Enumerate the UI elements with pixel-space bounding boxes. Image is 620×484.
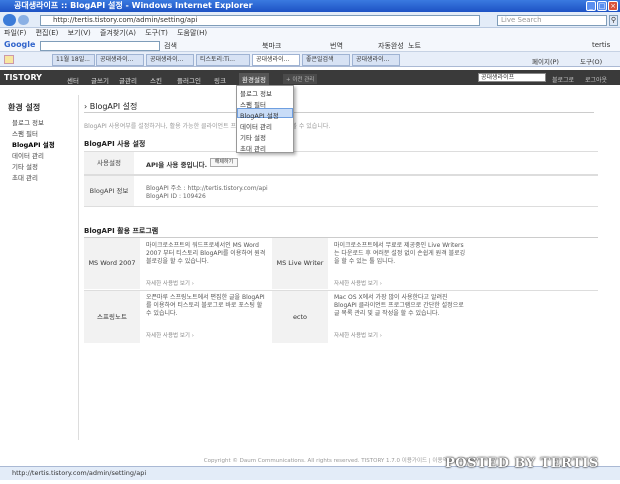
api-id: BlogAPI ID : 109426 bbox=[146, 193, 206, 200]
logout-link[interactable]: 로그아웃 bbox=[585, 75, 607, 84]
sidebar-item-blogapi[interactable]: BlogAPI 설정 bbox=[12, 139, 55, 149]
program-name: 스프링노트 bbox=[84, 291, 140, 343]
forward-icon[interactable] bbox=[18, 15, 29, 25]
google-logo: Google bbox=[4, 40, 36, 49]
dropdown-item-spam[interactable]: 스팸 필터 bbox=[240, 99, 266, 109]
url-input[interactable]: http://tertis.tistory.com/admin/setting/… bbox=[40, 15, 480, 26]
grid-divider bbox=[84, 290, 598, 291]
nav-posts[interactable]: 글관리 bbox=[119, 75, 137, 85]
program-guide-link[interactable]: 자세한 사용법 보기 › bbox=[146, 331, 194, 339]
go-blog-link[interactable]: 블로그로 bbox=[552, 75, 574, 84]
dropdown-item-blog-info[interactable]: 블로그 정보 bbox=[240, 88, 272, 98]
dropdown-item-blogapi[interactable]: BlogAPI 설정 bbox=[240, 110, 279, 120]
translate-button[interactable]: 번역 bbox=[330, 41, 343, 51]
sidebar-divider bbox=[78, 95, 79, 440]
program-guide-link[interactable]: 자세한 사용법 보기 › bbox=[334, 279, 382, 287]
tab-1[interactable]: 공대생라이... bbox=[96, 54, 144, 66]
tistory-logo[interactable]: TISTORY bbox=[4, 73, 42, 82]
sidebar-item-blog-info[interactable]: 블로그 정보 bbox=[12, 117, 44, 127]
program-name: ecto bbox=[272, 291, 328, 343]
menu-view[interactable]: 보기(V) bbox=[68, 29, 91, 37]
tab-date[interactable]: 11월 18일... bbox=[52, 54, 95, 66]
google-search-input[interactable] bbox=[40, 41, 160, 51]
menu-edit[interactable]: 편집(E) bbox=[36, 29, 59, 37]
tab-3[interactable]: 티스토리:Ti... bbox=[196, 54, 250, 66]
menu-favorites[interactable]: 즐겨찾기(A) bbox=[100, 29, 136, 37]
program-guide-link[interactable]: 자세한 사용법 보기 › bbox=[146, 279, 194, 287]
tab-2[interactable]: 공대생라이... bbox=[146, 54, 194, 66]
sidebar-item-spam[interactable]: 스팸 필터 bbox=[12, 128, 38, 138]
program-name: MS Live Writer bbox=[272, 238, 328, 289]
tab-4[interactable]: 공대생라이... bbox=[252, 54, 300, 66]
program-desc: 마이크로소프트에서 무료로 제공중인 Live Writers는 다운로드 후 … bbox=[334, 242, 466, 265]
dropdown-item-data[interactable]: 데이터 관리 bbox=[240, 121, 272, 131]
window-controls: _ □ × bbox=[586, 1, 618, 11]
tab-5[interactable]: 좋은일검색 bbox=[302, 54, 350, 66]
page-title: › BlogAPI 설정 bbox=[84, 102, 138, 111]
window-title: 공대생라이프 :: BlogAPI 설정 - Windows Internet … bbox=[0, 0, 620, 12]
maximize-icon[interactable]: □ bbox=[597, 1, 607, 11]
menu-help[interactable]: 도움말(H) bbox=[177, 29, 207, 37]
sidebar-item-invite[interactable]: 초대 관리 bbox=[12, 172, 38, 182]
sidebar-item-data[interactable]: 데이터 관리 bbox=[12, 150, 44, 160]
program-desc: Mac OS X에서 가장 많이 사용한다고 알려진 BlogAPI 클라이언트… bbox=[334, 294, 464, 317]
watermark: POSTED BY TERTIS bbox=[445, 456, 599, 471]
menu-tools[interactable]: 도구(T) bbox=[145, 29, 168, 37]
nav-settings[interactable]: 환경설정 bbox=[239, 73, 269, 85]
dropdown-item-invite[interactable]: 초대 관리 bbox=[240, 143, 266, 153]
favorites-star-icon[interactable] bbox=[4, 55, 14, 64]
bookmark-button[interactable]: 북마크 bbox=[262, 41, 281, 51]
back-icon[interactable] bbox=[3, 14, 16, 26]
dropdown-item-etc[interactable]: 기타 설정 bbox=[240, 132, 266, 142]
legacy-admin-badge[interactable]: + 이전 관리 bbox=[283, 74, 318, 84]
nav-plugin[interactable]: 플러그인 bbox=[177, 75, 201, 85]
program-desc: 오픈마루 스프링노트에서 편집한 글을 BlogAPI를 이용하여 티스토리 블… bbox=[146, 294, 265, 317]
usage-label: 사용설정 bbox=[84, 152, 134, 174]
nav-skin[interactable]: 스킨 bbox=[150, 75, 162, 85]
minimize-icon[interactable]: _ bbox=[586, 1, 596, 11]
disable-api-button[interactable]: 해제하기 bbox=[210, 158, 238, 167]
program-desc: 마이크로소프트의 워드프로세서인 MS Word 2007 부터 티스토리 Bl… bbox=[146, 242, 266, 265]
tab-6[interactable]: 공대생라이... bbox=[352, 54, 400, 66]
nav-center[interactable]: 센터 bbox=[67, 75, 79, 85]
info-label: BlogAPI 정보 bbox=[84, 176, 134, 206]
search-input[interactable]: Live Search bbox=[497, 15, 607, 26]
menu-file[interactable]: 파일(F) bbox=[4, 29, 26, 37]
nav-link[interactable]: 링크 bbox=[214, 75, 226, 85]
google-search-button[interactable]: 검색 bbox=[164, 41, 177, 51]
program-guide-link[interactable]: 자세한 사용법 보기 › bbox=[334, 331, 382, 339]
program-name: MS Word 2007 bbox=[84, 238, 140, 289]
menu-bar: 파일(F) 편집(E) 보기(V) 즐겨찾기(A) 도구(T) 도움말(H) bbox=[0, 28, 620, 39]
page-menu[interactable]: 페이지(P) bbox=[532, 56, 559, 66]
nav-write[interactable]: 글쓰기 bbox=[91, 75, 109, 85]
close-icon[interactable]: × bbox=[608, 1, 618, 11]
google-user[interactable]: tertis bbox=[592, 41, 610, 49]
section-programs-title: BlogAPI 활용 프로그램 bbox=[84, 227, 159, 235]
autofill-button[interactable]: 자동완성 bbox=[378, 41, 404, 51]
title-divider bbox=[84, 112, 594, 113]
blog-select[interactable]: 공대생라이프 bbox=[478, 73, 546, 82]
search-icon[interactable]: ⚲ bbox=[609, 15, 618, 26]
sidebar-item-etc[interactable]: 기타 설정 bbox=[12, 161, 38, 171]
usage-value: API을 사용 중입니다. bbox=[146, 161, 208, 169]
section-usage-title: BlogAPI 사용 설정 bbox=[84, 140, 146, 148]
tools-menu[interactable]: 도구(O) bbox=[580, 56, 602, 66]
sidebar-title: 환경 설정 bbox=[8, 103, 41, 112]
api-address[interactable]: BlogAPI 주소 : http://tertis.tistory.com/a… bbox=[146, 183, 268, 192]
notes-button[interactable]: 노트 bbox=[408, 41, 421, 51]
